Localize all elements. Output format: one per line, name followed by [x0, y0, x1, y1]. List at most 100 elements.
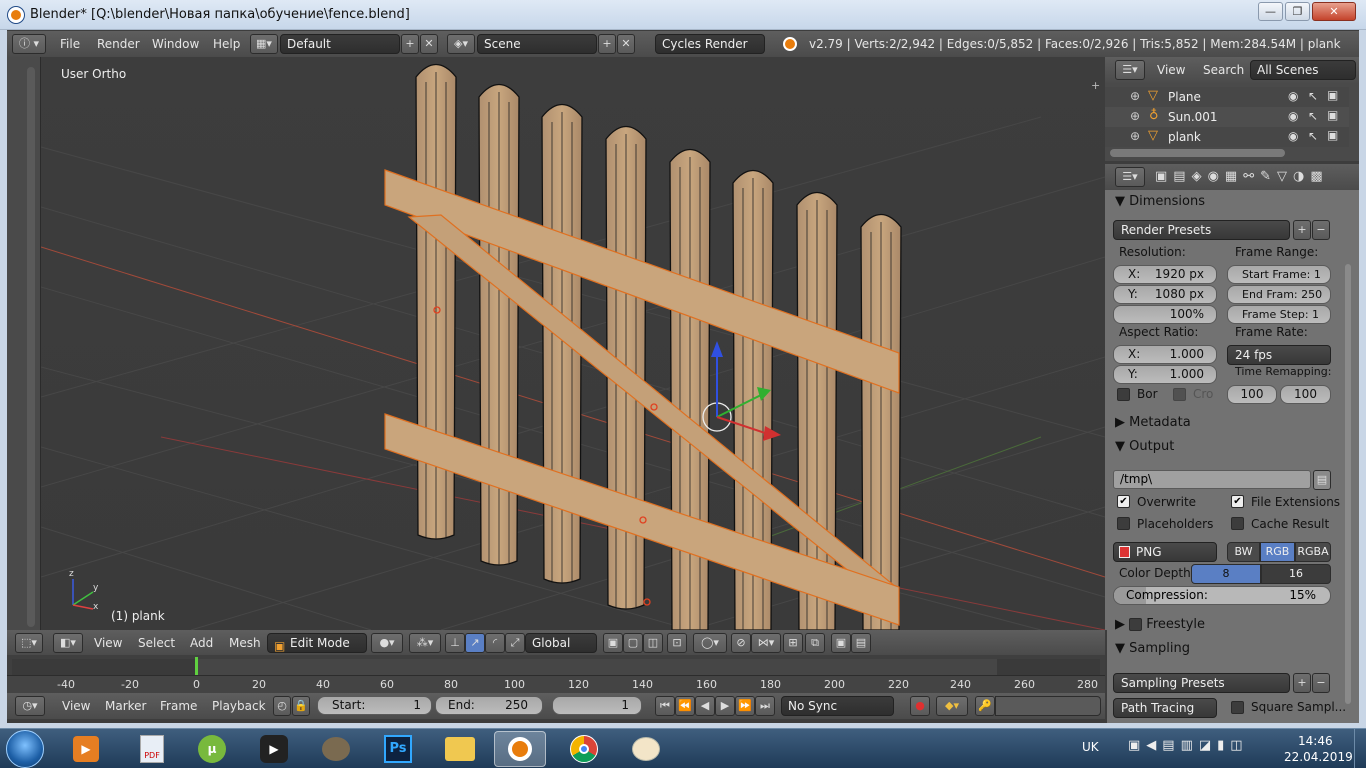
remove-scene-button[interactable]: ✕ [617, 34, 635, 54]
clock-time[interactable]: 14:46 [1298, 734, 1333, 748]
paint-icon[interactable] [620, 731, 672, 767]
start-frame-field[interactable]: Start Frame: 1 [1227, 265, 1331, 284]
compression-slider[interactable]: Compression: 15% [1113, 586, 1331, 605]
viewport-menu-mesh[interactable]: Mesh [229, 636, 261, 650]
properties-scrollbar[interactable] [1345, 264, 1351, 704]
tray-icons[interactable]: ▣◀▤▥◪▮◫ [1128, 738, 1268, 758]
outliner-display-mode[interactable]: All Scenes [1250, 60, 1356, 80]
active-keying-set-field[interactable] [995, 696, 1101, 716]
color-depth-8[interactable]: 8 [1191, 564, 1261, 584]
output-path-field[interactable]: /tmp\ [1113, 470, 1311, 489]
resolution-percent-field[interactable]: 100% [1113, 305, 1217, 324]
eye-icon[interactable]: ◉ [1288, 129, 1298, 143]
camera-render-icon[interactable]: ▣ [1327, 108, 1338, 122]
media-player-icon[interactable]: ▶ [60, 731, 112, 767]
expand-icon[interactable]: ⊕ [1130, 109, 1140, 123]
file-extensions-checkbox[interactable]: ✔ [1231, 495, 1244, 508]
viewport-menu-add[interactable]: Add [190, 636, 213, 650]
timeline-menu-frame[interactable]: Frame [160, 699, 197, 713]
timeline[interactable]: -40 -20 0 20 40 60 80 100 120 140 160 18… [7, 655, 1105, 693]
file-format-select[interactable]: PNG [1113, 542, 1217, 562]
cursor-select-icon[interactable]: ↖ [1308, 109, 1318, 123]
camera-render-icon[interactable]: ▣ [1327, 88, 1338, 102]
context-tabs[interactable]: ▣▤◈◉▦⚯✎▽◑▩ [1155, 169, 1355, 185]
remove-layout-button[interactable]: ✕ [420, 34, 438, 54]
remap-new-field[interactable]: 100 [1280, 385, 1331, 404]
jump-keyframe-forward-button[interactable]: ⏩ [735, 696, 755, 716]
preview-range-icon[interactable]: ◴ [273, 696, 291, 716]
sampling-panel-title[interactable]: ▼ Sampling [1115, 641, 1190, 656]
video-editor-icon[interactable]: ▶ [248, 731, 300, 767]
color-depth-16[interactable]: 16 [1261, 564, 1331, 584]
start-button[interactable] [6, 730, 44, 768]
outliner-view-menu[interactable]: View [1157, 63, 1185, 77]
vertex-select-mode[interactable]: ▣ [603, 633, 623, 653]
square-samples-checkbox[interactable] [1231, 701, 1244, 714]
menu-help[interactable]: Help [213, 37, 240, 51]
cursor-select-icon[interactable]: ↖ [1308, 89, 1318, 103]
snap-icon[interactable]: ⊘ [731, 633, 751, 653]
cache-result-checkbox[interactable] [1231, 517, 1244, 530]
color-mode-rgba[interactable]: RGBA [1295, 542, 1331, 562]
shading-select[interactable]: ●▾ [371, 633, 403, 653]
color-mode-rgb[interactable]: RGB [1260, 542, 1295, 562]
tool-shelf-scrollbar[interactable] [27, 67, 35, 627]
keying-set-select[interactable]: ◆▾ [936, 696, 968, 716]
opengl-anim-button[interactable]: ▤ [851, 633, 871, 653]
outliner-item-name[interactable]: plank [1168, 130, 1201, 144]
viewport-editor-type[interactable]: ⬚▾ [15, 633, 43, 653]
snap-during-button[interactable]: ⧉ [805, 633, 825, 653]
remove-preset-button[interactable]: − [1312, 220, 1330, 240]
close-button[interactable]: ✕ [1312, 2, 1356, 21]
menu-window[interactable]: Window [152, 37, 199, 51]
color-mode-bw[interactable]: BW [1227, 542, 1260, 562]
minimize-button[interactable]: — [1258, 2, 1283, 21]
render-presets-select[interactable]: Render Presets [1113, 220, 1290, 240]
scene-icon[interactable]: ◈▾ [447, 34, 475, 54]
frame-step-field[interactable]: Frame Step: 1 [1227, 305, 1331, 324]
timeline-editor-type[interactable]: ◷▾ [15, 696, 45, 716]
viewport-menu-view[interactable]: View [94, 636, 122, 650]
timeline-menu-playback[interactable]: Playback [212, 699, 266, 713]
remap-old-field[interactable]: 100 [1227, 385, 1277, 404]
add-sampling-preset-button[interactable]: + [1293, 673, 1311, 693]
editor-type-info-button[interactable]: ⓘ ▾ [12, 34, 46, 54]
resolution-y-field[interactable]: Y: 1080 px [1113, 285, 1217, 304]
snap-element-select[interactable]: ⋈▾ [751, 633, 781, 653]
view-options-icon[interactable]: ◧▾ [53, 633, 83, 653]
sampling-presets-select[interactable]: Sampling Presets [1113, 673, 1290, 693]
end-frame-field[interactable]: End Fram: 250 [1227, 285, 1331, 304]
blender-icon[interactable] [494, 731, 546, 767]
properties-editor-type[interactable]: ☰▾ [1115, 167, 1145, 187]
aspect-x-field[interactable]: X: 1.000 [1113, 345, 1217, 364]
gimp-icon[interactable] [310, 731, 362, 767]
outliner-editor-type[interactable]: ☰▾ [1115, 60, 1145, 80]
scene-field[interactable]: Scene [477, 34, 597, 54]
placeholders-checkbox[interactable] [1117, 517, 1130, 530]
timeline-menu-marker[interactable]: Marker [105, 699, 146, 713]
occlude-geometry-button[interactable]: ⊡ [667, 633, 687, 653]
freestyle-checkbox[interactable] [1129, 618, 1143, 631]
remove-sampling-preset-button[interactable]: − [1312, 673, 1330, 693]
explorer-icon[interactable] [434, 731, 486, 767]
layout-icon[interactable]: ▦▾ [250, 34, 278, 54]
eye-icon[interactable]: ◉ [1288, 109, 1298, 123]
photoshop-icon[interactable]: Ps [372, 731, 424, 767]
freestyle-panel-title[interactable]: ▶ Freestyle [1115, 617, 1205, 632]
outliner-row[interactable]: ⊕ ♁ Sun.001 ◉ ↖ ▣ [1105, 107, 1349, 127]
chrome-icon[interactable] [558, 731, 610, 767]
menu-render[interactable]: Render [97, 37, 140, 51]
folder-browse-icon[interactable]: ▤ [1313, 470, 1331, 490]
timeline-menu-view[interactable]: View [62, 699, 90, 713]
language-indicator[interactable]: UK [1082, 740, 1099, 754]
translate-manipulator-button[interactable]: ↗ [465, 633, 485, 653]
opengl-render-button[interactable]: ▣ [831, 633, 851, 653]
outliner-row[interactable]: ⊕ ▽ Plane ◉ ↖ ▣ [1105, 87, 1349, 107]
tool-shelf[interactable] [7, 57, 41, 630]
expand-icon[interactable]: ⊕ [1130, 129, 1140, 143]
dimensions-panel-title[interactable]: ▼ Dimensions [1115, 194, 1205, 209]
menu-file[interactable]: File [60, 37, 80, 51]
viewport-menu-select[interactable]: Select [138, 636, 175, 650]
cursor-select-icon[interactable]: ↖ [1308, 129, 1318, 143]
3d-viewport[interactable]: z y x User Ortho (1) plank + [41, 57, 1105, 630]
